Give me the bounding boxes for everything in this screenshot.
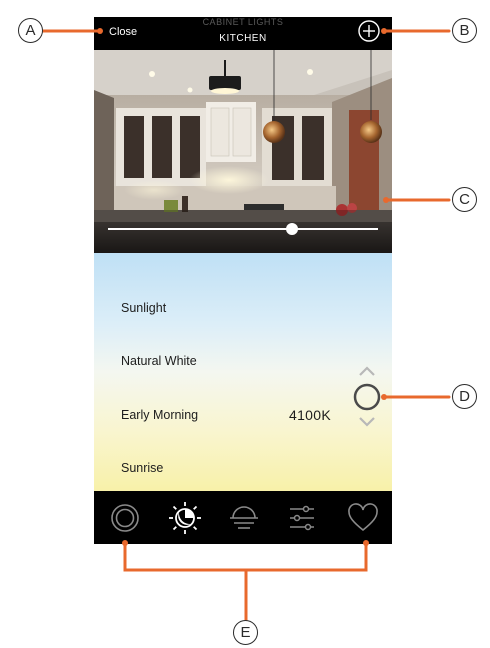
callout-d: D <box>452 384 477 409</box>
callout-e: E <box>233 620 258 645</box>
callout-c: C <box>452 187 477 212</box>
callout-lines <box>41 28 451 622</box>
callout-a: A <box>18 18 43 43</box>
callout-b: B <box>452 18 477 43</box>
